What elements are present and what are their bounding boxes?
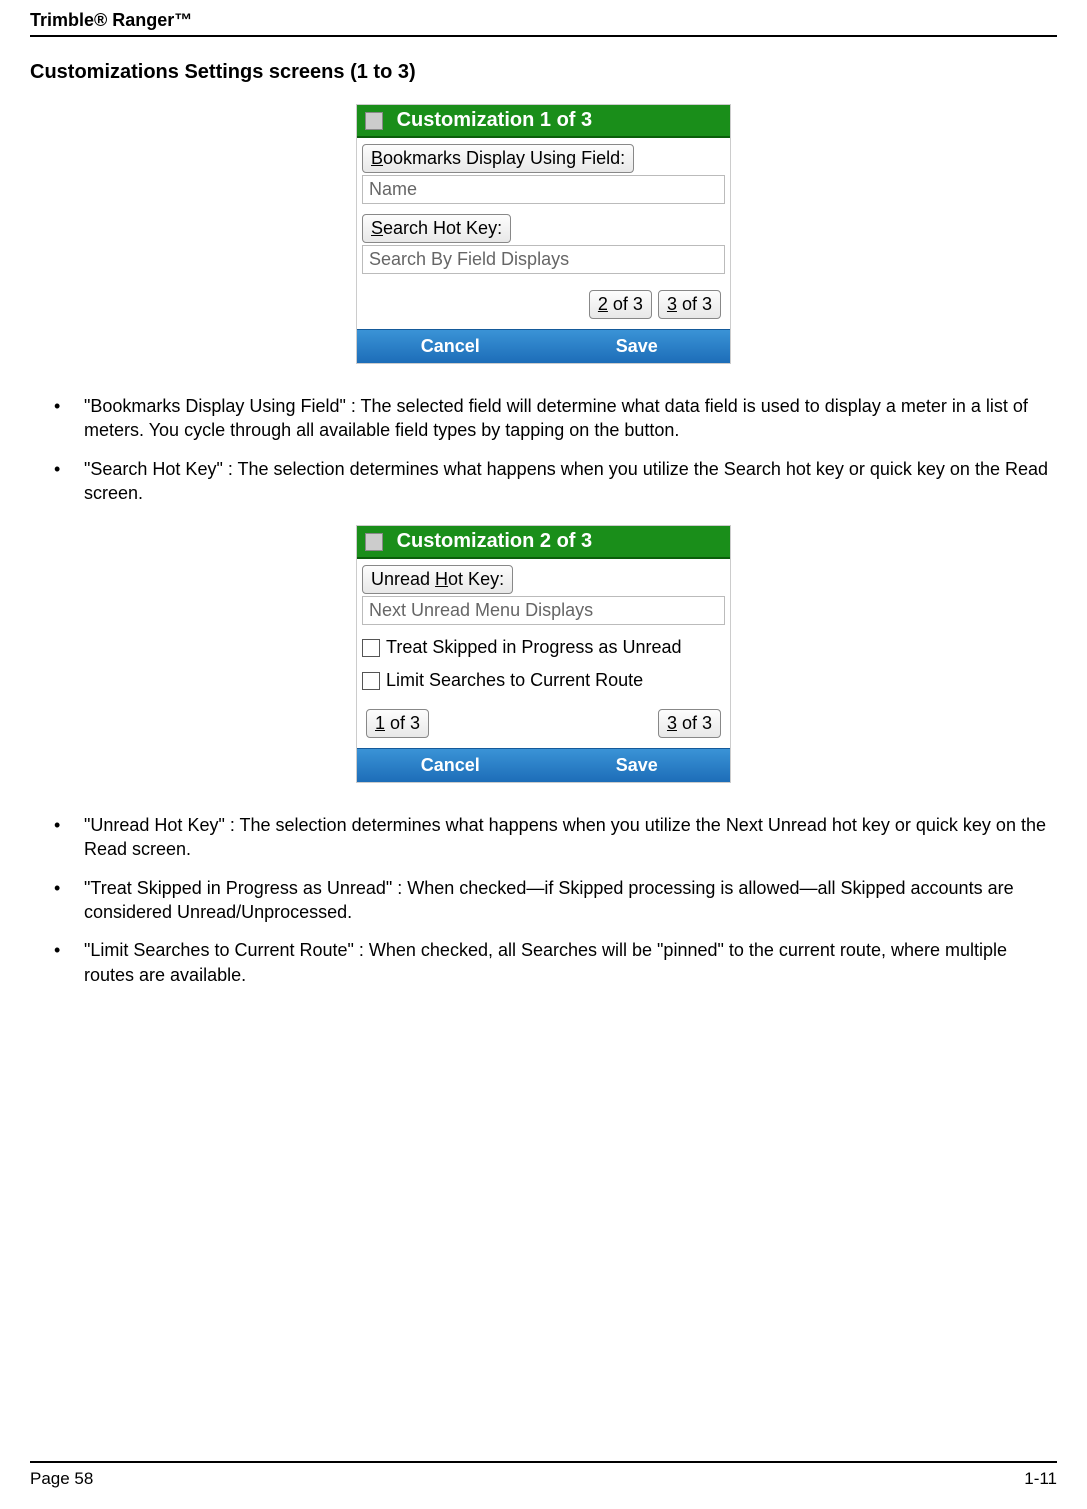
unread-value-field[interactable]: Next Unread Menu Displays (362, 596, 725, 625)
screen2-title-bar: Customization 2 of 3 (357, 526, 730, 559)
bookmarks-display-button[interactable]: Bookmarks Display Using Field: (362, 144, 634, 173)
limit-pre: Limit (386, 670, 429, 690)
limit-searches-label: Limit Searches to Current Route (386, 670, 643, 691)
bullet-limit-searches: "Limit Searches to Current Route" : When… (54, 938, 1057, 987)
unread-label-rest: ot Key: (448, 569, 504, 589)
limit-searches-checkbox[interactable] (362, 672, 380, 690)
customization-1-screen: Customization 1 of 3 Bookmarks Display U… (356, 104, 731, 364)
bullet-bookmarks: "Bookmarks Display Using Field" : The se… (54, 394, 1057, 443)
bullets-group-2: "Unread Hot Key" : The selection determi… (30, 813, 1057, 987)
bullets-group-1: "Bookmarks Display Using Field" : The se… (30, 394, 1057, 505)
search-label-rest: earch Hot Key: (383, 218, 502, 238)
bullet-search-hotkey: "Search Hot Key" : The selection determi… (54, 457, 1057, 506)
search-label-underline: S (371, 218, 383, 238)
screen2-body: Unread Hot Key: Next Unread Menu Display… (357, 559, 730, 748)
screen1-title-bar: Customization 1 of 3 (357, 105, 730, 138)
screen2-title: Customization 2 of 3 (397, 530, 593, 552)
screenshot-1-wrapper: Customization 1 of 3 Bookmarks Display U… (30, 104, 1057, 364)
treat-rest: reat Skipped in Progress as Unread (396, 637, 681, 657)
save-button[interactable]: Save (544, 330, 731, 363)
treat-u: T (386, 637, 396, 657)
page-number-right: 1-11 (1024, 1469, 1057, 1489)
cancel-button-2[interactable]: Cancel (357, 749, 544, 782)
customization-2-screen: Customization 2 of 3 Unread Hot Key: Nex… (356, 525, 731, 783)
bookmarks-label-underline: B (371, 148, 383, 168)
screenshot-2-wrapper: Customization 2 of 3 Unread Hot Key: Nex… (30, 525, 1057, 783)
section-title: Customizations Settings screens (1 to 3) (30, 61, 1057, 84)
nav2-rest: of 3 (608, 294, 643, 314)
limit-searches-row[interactable]: Limit Searches to Current Route (362, 670, 725, 691)
search-value-field[interactable]: Search By Field Displays (362, 245, 725, 274)
bookmarks-label-rest: ookmarks Display Using Field: (383, 148, 625, 168)
unread-label-pre: Unread (371, 569, 435, 589)
page-number-left: Page 58 (30, 1469, 93, 1489)
screen2-nav-row: 1 of 3 3 of 3 (362, 703, 725, 744)
bookmarks-value-field[interactable]: Name (362, 175, 725, 204)
save-button-2[interactable]: Save (544, 749, 731, 782)
nav3-underline: 3 (667, 294, 677, 314)
nav1-underline: 1 (375, 713, 385, 733)
bullet-unread-hotkey: "Unread Hot Key" : The selection determi… (54, 813, 1057, 862)
screen1-nav-row: 2 of 3 3 of 3 (362, 284, 725, 325)
limit-u: S (429, 670, 441, 690)
nav2-underline: 2 (598, 294, 608, 314)
nav-3of3-button-2[interactable]: 3 of 3 (658, 709, 721, 738)
nav-1of3-button[interactable]: 1 of 3 (366, 709, 429, 738)
nav3b-rest: of 3 (677, 713, 712, 733)
treat-skipped-label: Treat Skipped in Progress as Unread (386, 637, 681, 658)
unread-hotkey-button[interactable]: Unread Hot Key: (362, 565, 513, 594)
search-hotkey-button[interactable]: Search Hot Key: (362, 214, 511, 243)
nav3b-underline: 3 (667, 713, 677, 733)
treat-skipped-row[interactable]: Treat Skipped in Progress as Unread (362, 637, 725, 658)
treat-skipped-checkbox[interactable] (362, 639, 380, 657)
page-footer: Page 58 1-11 (30, 1461, 1057, 1489)
screen1-footer: Cancel Save (357, 329, 730, 363)
limit-rest: earches to Current Route (441, 670, 643, 690)
nav3-rest: of 3 (677, 294, 712, 314)
device-header: Trimble® Ranger™ (30, 0, 1057, 37)
nav1-rest: of 3 (385, 713, 420, 733)
bullet-treat-skipped: "Treat Skipped in Progress as Unread" : … (54, 876, 1057, 925)
screen1-title: Customization 1 of 3 (397, 109, 593, 131)
nav-2of3-button[interactable]: 2 of 3 (589, 290, 652, 319)
unread-label-underline: H (435, 569, 448, 589)
screen1-body: Bookmarks Display Using Field: Name Sear… (357, 138, 730, 329)
screen2-footer: Cancel Save (357, 748, 730, 782)
cancel-button[interactable]: Cancel (357, 330, 544, 363)
nav-3of3-button[interactable]: 3 of 3 (658, 290, 721, 319)
